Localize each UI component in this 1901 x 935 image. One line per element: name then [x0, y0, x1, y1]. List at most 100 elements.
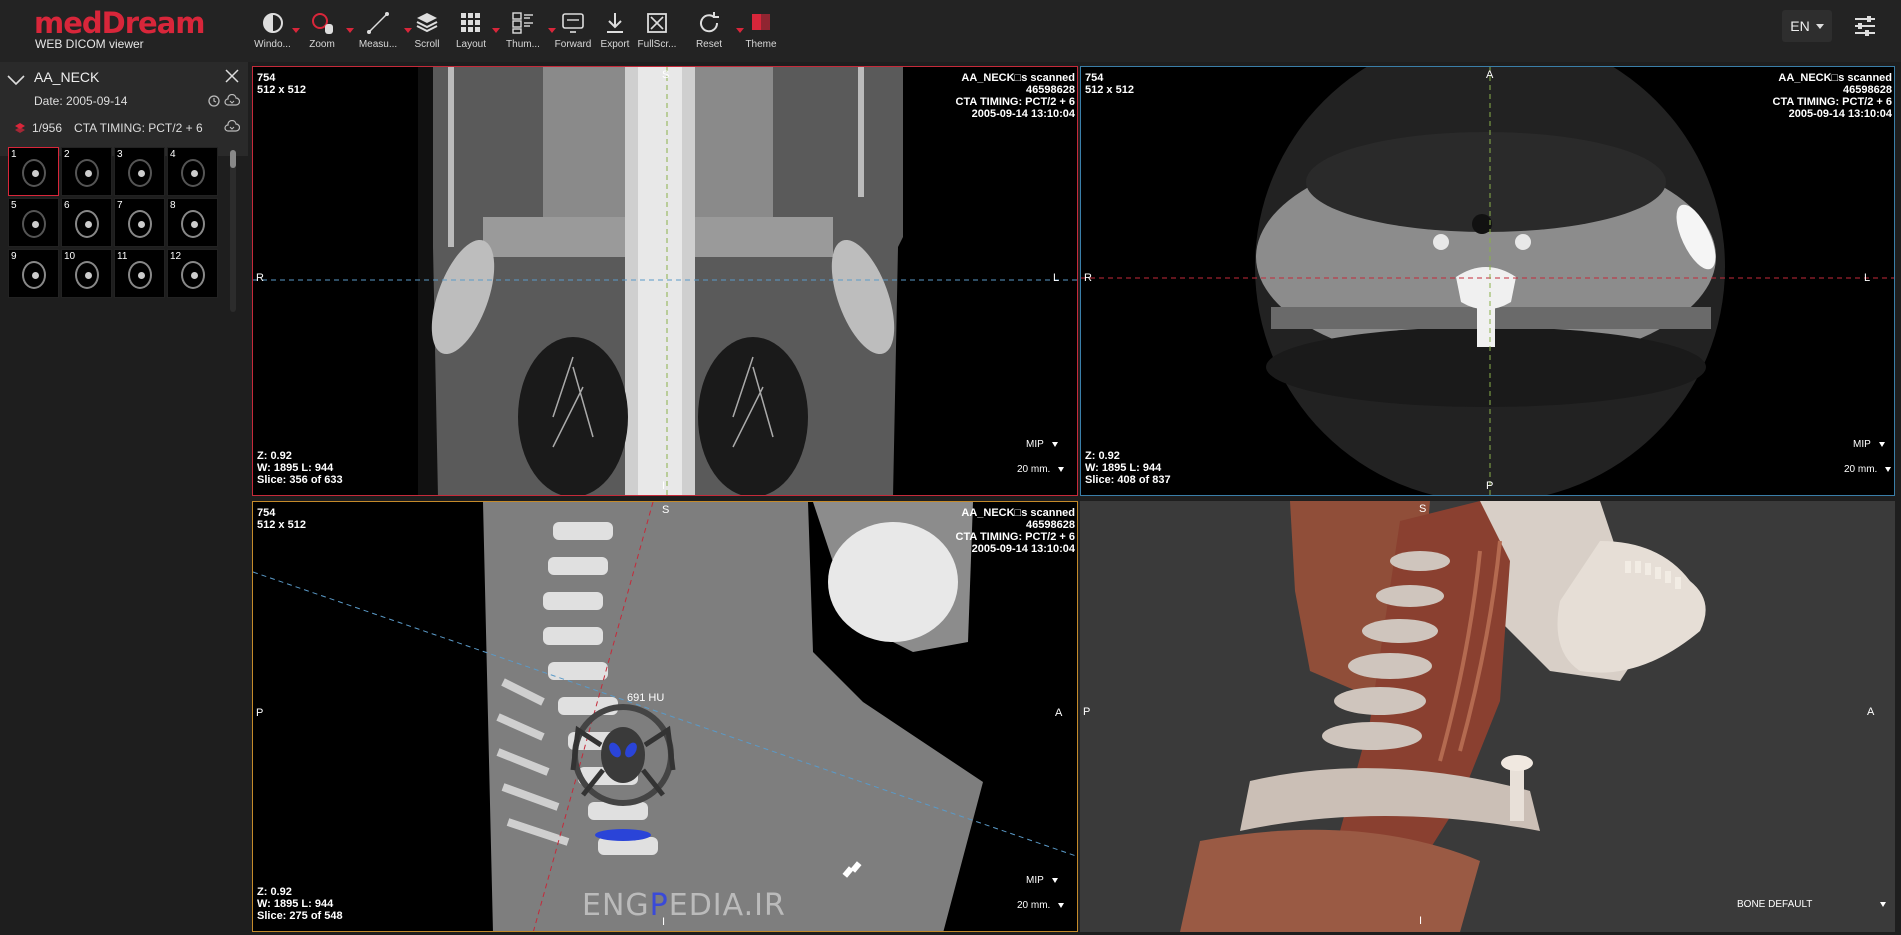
slab-thickness-value: 20 mm. [1017, 900, 1051, 911]
info-line: AA_NECK□s scanned [961, 507, 1075, 519]
tool-thum-button[interactable]: Thum... [495, 8, 556, 56]
scrollbar-handle[interactable] [230, 150, 236, 168]
measure-icon [367, 12, 389, 34]
slab-thickness-value: 20 mm. [1844, 464, 1878, 475]
hu-measurement: 691 HU [627, 692, 665, 704]
info-bottom-left: Z: 0.92 W: 1895 L: 944 Slice: 408 of 837 [1085, 450, 1171, 486]
info-top-left: 754 512 x 512 [257, 72, 306, 96]
tool-measu-button[interactable]: Measu... [349, 8, 412, 56]
thumbnail-preview [181, 261, 205, 289]
info-line: 754 [257, 507, 276, 519]
series-row[interactable]: 1/956 CTA TIMING: PCT/2 + 6 [14, 121, 203, 135]
close-icon[interactable] [225, 69, 239, 83]
thumbnail-preview [75, 159, 99, 187]
thumbnail-preview [22, 159, 46, 187]
viewport-sagittal[interactable]: 691 HU 754 512 x 512 AA_NECK□s scanned 4… [252, 501, 1078, 932]
info-line: 2005-09-14 13:10:04 [1788, 108, 1892, 120]
tool-export-button[interactable]: Export [595, 8, 635, 56]
viewport-coronal[interactable]: 754 512 x 512 AA_NECK□s scanned 46598628… [252, 66, 1078, 496]
tool-scroll-button[interactable]: Scroll [407, 8, 447, 56]
tool-label: Forward [554, 39, 592, 50]
cloud-download-icon[interactable] [224, 94, 240, 108]
thumbnail-number: 5 [11, 200, 17, 211]
thumbnail-preview [128, 261, 152, 289]
settings-sliders-button[interactable] [1848, 10, 1882, 42]
tool-label: Zoom [309, 39, 335, 50]
history-icon[interactable] [207, 94, 221, 108]
tool-label: Measu... [358, 39, 398, 50]
watermark-text: ENGPEDIA.IR [582, 888, 786, 923]
info-line: 512 x 512 [257, 84, 306, 96]
projection-mode-select[interactable]: MIP [1026, 875, 1058, 886]
app-logo: medDream WEB DICOM viewer [34, 8, 205, 51]
slab-thickness-select[interactable]: 20 mm. [1844, 464, 1892, 475]
axial-image [1081, 67, 1894, 495]
thumbnail-scrollbar[interactable] [230, 150, 236, 312]
dropdown-caret-icon [1051, 442, 1058, 447]
thumbnail-number: 4 [170, 149, 176, 160]
viewport-axial[interactable]: 754 512 x 512 AA_NECK□s scanned 46598628… [1080, 66, 1895, 496]
series-thumbnail[interactable]: 4 [167, 147, 218, 196]
series-thumbnail[interactable]: 8 [167, 198, 218, 247]
tool-label: Windo... [254, 39, 291, 50]
series-thumbnail[interactable]: 5 [8, 198, 59, 247]
tool-theme-button[interactable]: Theme [739, 8, 783, 56]
series-thumbnail[interactable]: 11 [114, 249, 165, 298]
zoom-icon [312, 13, 333, 34]
slab-thickness-value: 20 mm. [1017, 464, 1051, 475]
window-level-icon [262, 13, 283, 33]
thumbnail-number: 10 [64, 251, 76, 262]
language-select[interactable]: EN [1782, 10, 1832, 42]
thumbnail-preview [22, 261, 46, 289]
watermark-part: P [649, 888, 669, 923]
series-thumbnail[interactable]: 6 [61, 198, 112, 247]
study-sidebar: AA_NECK Date: 2005-09-14 1/956 CTA TIMIN… [0, 62, 248, 935]
tool-buttons: Windo... Zoom Measu... Scroll Layout Thum... F… [250, 8, 783, 56]
info-bottom-left: Z: 0.92 W: 1895 L: 944 Slice: 275 of 548 [257, 886, 343, 922]
projection-mode-select[interactable]: MIP [1853, 439, 1885, 450]
tool-label: Export [600, 39, 630, 50]
tool-fullscr-button[interactable]: FullScr... [635, 8, 679, 56]
tool-reset-button[interactable]: Reset [679, 8, 744, 56]
series-thumbnail[interactable]: 2 [61, 147, 112, 196]
viewport-3d-render[interactable]: S I P A BONE DEFAULT [1080, 501, 1895, 932]
series-thumbnail[interactable]: 12 [167, 249, 218, 298]
orientation-top: S [1419, 503, 1427, 515]
reset-icon [700, 12, 719, 33]
orientation-left: R [256, 272, 264, 284]
collapse-chevron-icon[interactable] [6, 74, 26, 86]
fullscreen-icon [647, 13, 667, 33]
slab-thickness-select[interactable]: 20 mm. [1017, 464, 1065, 475]
thumbnail-preview [128, 210, 152, 238]
info-line: 2005-09-14 13:10:04 [971, 108, 1075, 120]
orientation-top: A [1486, 69, 1494, 81]
series-thumbnail[interactable]: 9 [8, 249, 59, 298]
render-preset-select[interactable]: BONE DEFAULT [1737, 899, 1887, 910]
series-thumbnail[interactable]: 10 [61, 249, 112, 298]
info-line: Slice: 275 of 548 [257, 910, 343, 922]
thumbnail-number: 7 [117, 200, 123, 211]
tool-zoom-button[interactable]: Zoom [295, 8, 354, 56]
orientation-bottom: P [1486, 480, 1494, 492]
top-toolbar: medDream WEB DICOM viewer Windo... Zoom Me… [0, 0, 1901, 62]
info-line: CTA TIMING: PCT/2 + 6 [1772, 96, 1892, 108]
tool-forward-button[interactable]: Forward [551, 8, 595, 56]
dropdown-caret-icon [1880, 902, 1887, 907]
series-thumbnail[interactable]: 3 [114, 147, 165, 196]
tool-layout-button[interactable]: Layout [447, 8, 500, 56]
info-bottom-left: Z: 0.92 W: 1895 L: 944 Slice: 356 of 633 [257, 450, 343, 486]
series-thumbnail[interactable]: 7 [114, 198, 165, 247]
study-header: AA_NECK Date: 2005-09-14 1/956 CTA TIMIN… [0, 62, 248, 156]
slab-thickness-select[interactable]: 20 mm. [1017, 900, 1065, 911]
info-line: W: 1895 L: 944 [257, 462, 334, 474]
study-date: Date: 2005-09-14 [34, 94, 127, 108]
thumbnail-grid: 1 2 3 4 5 6 7 8 9 10 11 12 [8, 147, 218, 298]
series-cloud-download-icon[interactable] [224, 120, 240, 134]
series-thumbnail[interactable]: 1 [8, 147, 59, 196]
projection-mode-select[interactable]: MIP [1026, 439, 1058, 450]
info-line: AA_NECK□s scanned [961, 72, 1075, 84]
info-line: 754 [1085, 72, 1104, 84]
info-line: 46598628 [1843, 84, 1892, 96]
tool-windo-button[interactable]: Windo... [250, 8, 300, 56]
info-top-left: 754 512 x 512 [257, 507, 306, 531]
